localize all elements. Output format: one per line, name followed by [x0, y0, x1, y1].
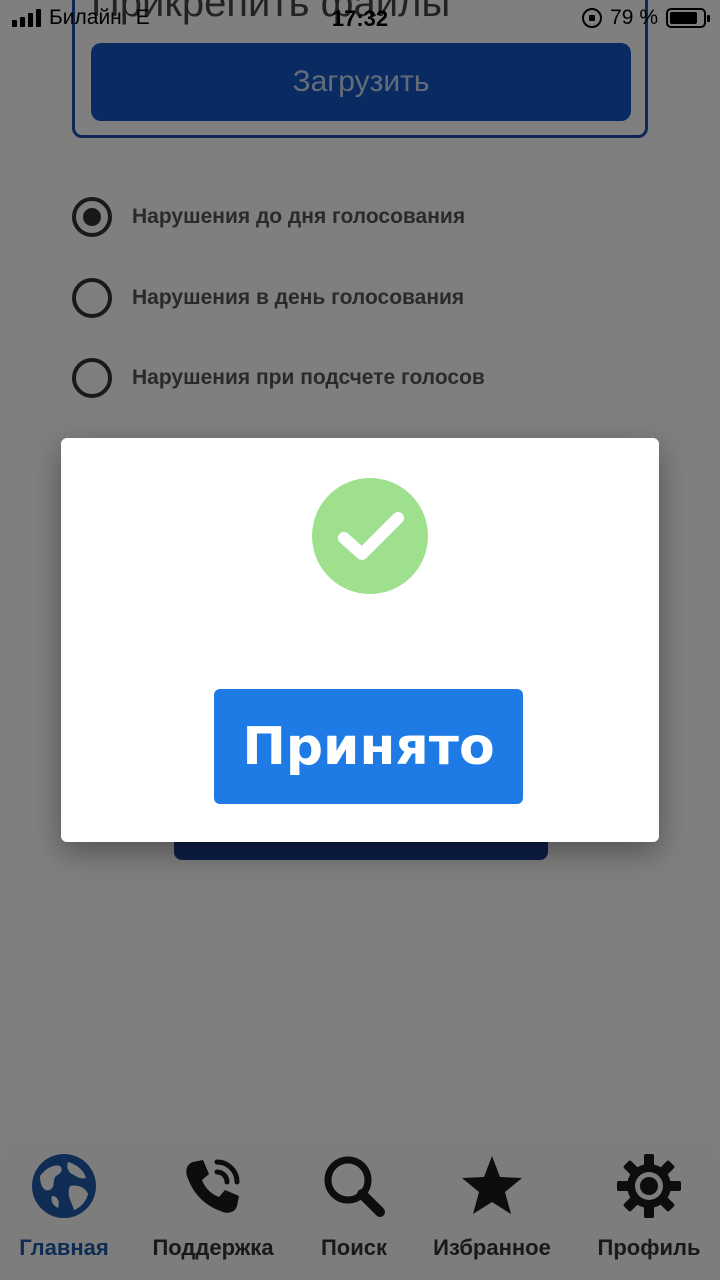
- rotation-lock-icon: [582, 8, 603, 28]
- checkmark-icon: [312, 478, 428, 594]
- battery-percent: 79 %: [610, 6, 658, 29]
- accept-button[interactable]: Принято: [214, 689, 523, 804]
- success-dialog: Принято: [61, 438, 659, 842]
- status-bar: Билайн E 17:32 79 %: [0, 0, 720, 40]
- battery-icon: [666, 8, 710, 28]
